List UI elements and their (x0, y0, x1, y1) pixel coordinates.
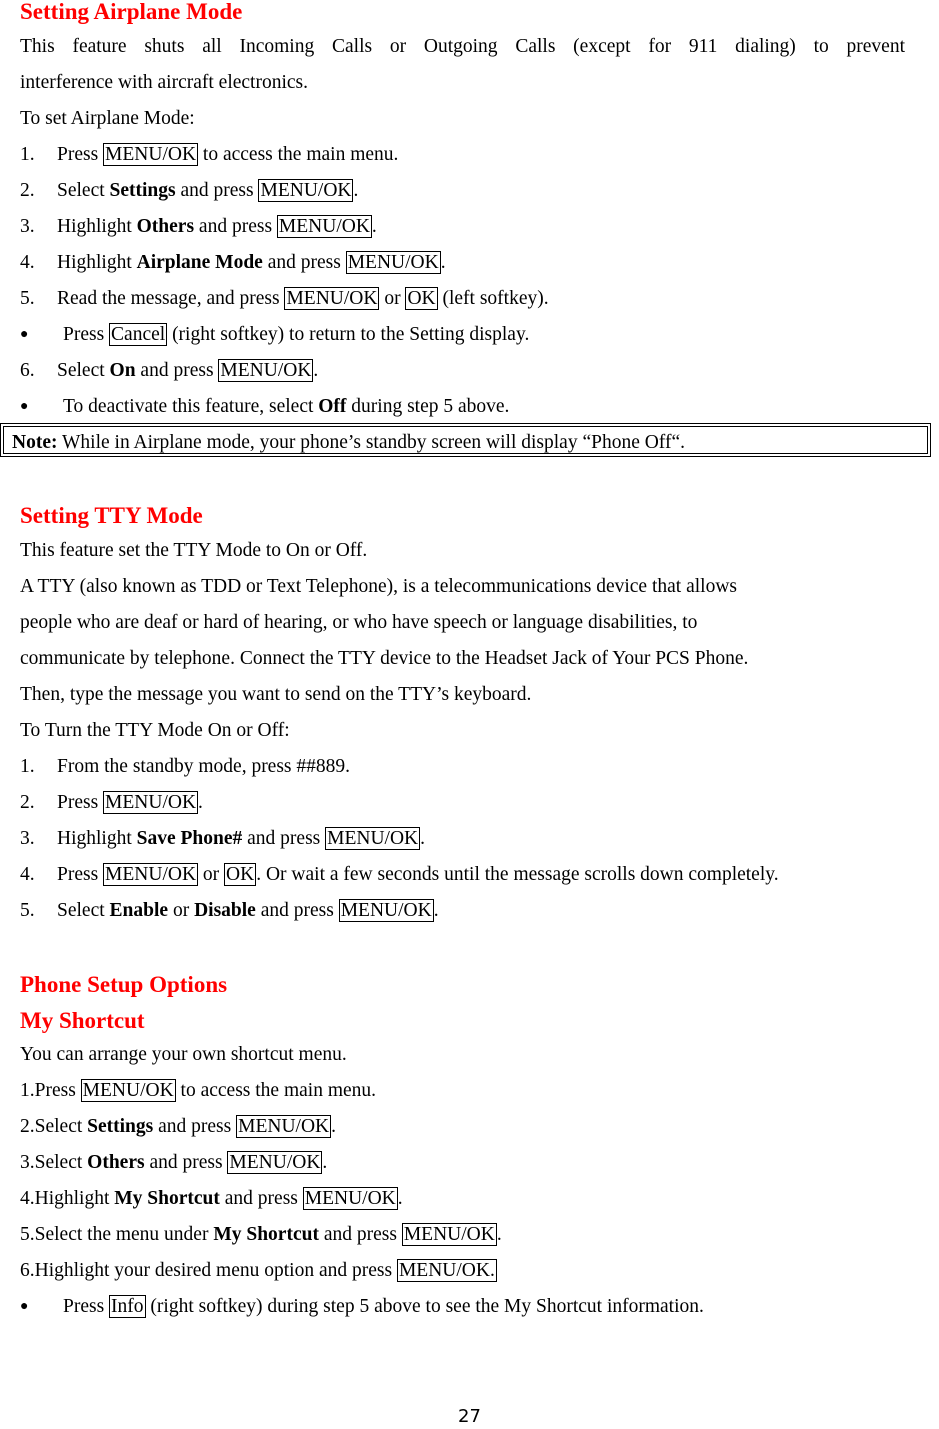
tty-paragraph-line: people who are deaf or hard of hearing, … (20, 612, 698, 633)
setup-step-3: 3. Select Others and press MENU/OK. (20, 1151, 328, 1174)
ok-key: OK (224, 863, 257, 886)
menu-ok-key: MENU/OK (338, 899, 434, 922)
airplane-step-1: 1. Press MENU/OK to access the main menu. (20, 143, 399, 166)
airplane-step-3: 3. Highlight Others and press MENU/OK. (20, 215, 377, 238)
menu-ok-key: MENU/OK (103, 791, 199, 814)
menu-ok-key: MENU/OK (284, 287, 380, 310)
airplane-bullet-cancel: ● Press Cancel (right softkey) to return … (20, 323, 530, 346)
info-key: Info (109, 1295, 146, 1318)
airplane-bullet-deactivate: ● To deactivate this feature, select Off … (20, 396, 510, 417)
note-text: Note: While in Airplane mode, your phone… (12, 432, 685, 453)
setup-step-4: 4. Highlight My Shortcut and press MENU/… (20, 1187, 403, 1210)
note-label: Note: (12, 432, 58, 453)
menu-ok-key: MENU/OK (345, 251, 441, 274)
airplane-step-4: 4. Highlight Airplane Mode and press MENU… (20, 251, 446, 274)
setup-bullet-info: ● Press Info (right softkey) during step … (20, 1295, 704, 1318)
tty-paragraph-line: A TTY (also known as TDD or Text Telepho… (20, 576, 737, 597)
menu-ok-key: MENU/OK (236, 1115, 332, 1138)
tty-paragraph-line: This feature set the TTY Mode to On or O… (20, 540, 368, 561)
bullet-icon: ● (20, 327, 29, 342)
airplane-step-6: 6. Select On and press MENU/OK. (20, 359, 319, 382)
menu-ok-key: MENU/OK (103, 863, 199, 886)
cancel-key: Cancel (109, 323, 168, 346)
menu-ok-key: MENU/OK. (396, 1259, 497, 1282)
note-box: Note: While in Airplane mode, your phone… (0, 423, 931, 457)
tty-step-4: 4. Press MENU/OK or OK. Or wait a few sec… (20, 863, 779, 886)
menu-ok-key: MENU/OK (302, 1187, 398, 1210)
bullet-icon: ● (20, 399, 29, 414)
tty-lead: To Turn the TTY Mode On or Off: (20, 720, 290, 741)
menu-ok-key: MENU/OK (218, 359, 314, 382)
tty-step-5: 5. Select Enable or Disable and press MEN… (20, 899, 439, 922)
tty-step-1: 1. From the standby mode, press ##889. (20, 756, 351, 777)
tty-paragraph-line: Then, type the message you want to send … (20, 684, 532, 705)
tty-paragraph-line: communicate by telephone. Connect the TT… (20, 648, 749, 669)
airplane-intro-line1: This feature shuts all Incoming Calls or… (20, 36, 905, 57)
tty-mode-heading: Setting TTY Mode (20, 503, 203, 528)
airplane-step-5: 5. Read the message, and press MENU/OK or… (20, 287, 549, 310)
airplane-mode-heading: Setting Airplane Mode (20, 0, 243, 24)
setup-step-6: 6. Highlight your desired menu option an… (20, 1259, 497, 1282)
my-shortcut-heading: My Shortcut (20, 1008, 145, 1033)
bullet-icon: ● (20, 1299, 29, 1314)
page-number: 27 (458, 1406, 481, 1427)
setup-step-5: 5. Select the menu under My Shortcut and… (20, 1223, 502, 1246)
menu-ok-key: MENU/OK (276, 215, 372, 238)
setup-step-1: 1. Press MENU/OK to access the main menu… (20, 1079, 377, 1102)
airplane-step-2: 2. Select Settings and press MENU/OK. (20, 179, 359, 202)
menu-ok-key: MENU/OK (258, 179, 354, 202)
setup-intro: You can arrange your own shortcut menu. (20, 1044, 347, 1065)
ok-key: OK (405, 287, 438, 310)
menu-ok-key: MENU/OK (325, 827, 421, 850)
airplane-intro-line2: interference with aircraft electronics. (20, 72, 308, 93)
menu-ok-key: MENU/OK (103, 143, 199, 166)
phone-setup-heading: Phone Setup Options (20, 972, 228, 997)
menu-ok-key: MENU/OK (80, 1079, 176, 1102)
tty-step-3: 3. Highlight Save Phone# and press MENU/O… (20, 827, 426, 850)
setup-step-2: 2. Select Settings and press MENU/OK. (20, 1115, 336, 1138)
menu-ok-key: MENU/OK (227, 1151, 323, 1174)
airplane-lead: To set Airplane Mode: (20, 108, 195, 129)
tty-step-2: 2. Press MENU/OK. (20, 791, 203, 814)
menu-ok-key: MENU/OK (401, 1223, 497, 1246)
